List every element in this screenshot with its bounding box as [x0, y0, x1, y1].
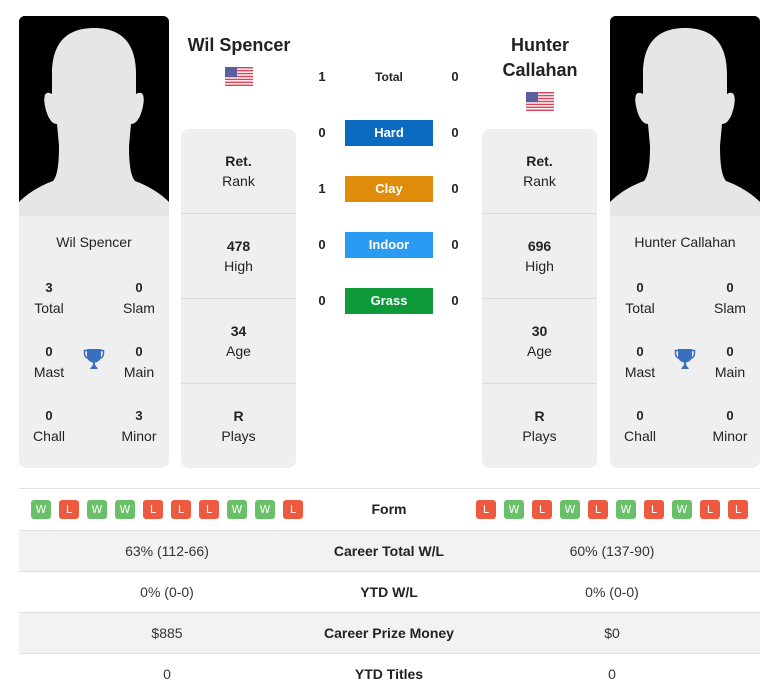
plays-cell: R Plays	[522, 408, 557, 444]
stat-row-ytd-titles: 0 YTD Titles 0	[19, 653, 760, 694]
form-badge-win[interactable]: W	[616, 500, 636, 519]
us-flag-icon	[526, 92, 554, 111]
h2h-hard-row: 0 Hard 0	[310, 120, 470, 146]
silhouette-icon	[19, 16, 169, 216]
form-label: Form	[371, 501, 407, 517]
titles-total: 0 Total	[625, 280, 655, 316]
form-badge-loss[interactable]: L	[283, 500, 303, 519]
form-row: WLWWLLLWWL Form LWLWLWLWLL	[19, 489, 760, 529]
rank-cell: Ret. Rank	[181, 129, 296, 214]
high-cell: 478 High	[181, 214, 296, 299]
plays-cell: R Plays	[221, 408, 256, 444]
h2h-clay-row: 1 Clay 0	[310, 176, 470, 202]
form-badge-win[interactable]: W	[504, 500, 524, 519]
form-badge-loss[interactable]: L	[59, 500, 79, 519]
titles-total: 3 Total	[34, 280, 64, 316]
form-badge-win[interactable]: W	[115, 500, 135, 519]
player-left-photo	[19, 16, 169, 216]
player-right-photo	[610, 16, 760, 216]
stat-row-career-wl: 63% (112-66) Career Total W/L 60% (137-9…	[19, 530, 760, 571]
surface-grass-badge[interactable]: Grass	[345, 288, 433, 314]
form-badge-loss[interactable]: L	[532, 500, 552, 519]
us-flag-icon	[225, 67, 253, 86]
h2h-grass-row: 0 Grass 0	[310, 288, 470, 314]
high-cell: 696 High	[482, 214, 597, 299]
titles-main: 0 Main	[123, 344, 155, 380]
titles-mast: 0 Mast	[624, 344, 656, 380]
form-badge-win[interactable]: W	[255, 500, 275, 519]
titles-chall: 0 Chall	[33, 408, 65, 444]
surface-hard-badge[interactable]: Hard	[345, 120, 433, 146]
form-badge-win[interactable]: W	[87, 500, 107, 519]
surface-total-label: Total	[375, 70, 403, 84]
rank-cell: Ret. Rank	[482, 129, 597, 214]
player-left-rank-card: Ret. Rank 478 High 34 Age R Plays	[181, 129, 296, 468]
form-badge-win[interactable]: W	[560, 500, 580, 519]
player-right-rank-card: Ret. Rank 696 High 30 Age R Plays	[482, 129, 597, 468]
form-badge-win[interactable]: W	[227, 500, 247, 519]
titles-minor: 3 Minor	[121, 408, 157, 444]
form-badge-loss[interactable]: L	[476, 500, 496, 519]
player-right-titles-card: Hunter Callahan 0 Total 0 Slam 0 Mast 0 Main…	[610, 216, 760, 468]
h2h-total-row: 1 Total 0	[310, 64, 470, 90]
titles-mast: 0 Mast	[33, 344, 65, 380]
player-right-name: Hunter Callahan	[634, 234, 736, 250]
trophy-icon	[674, 349, 696, 369]
surface-indoor-badge[interactable]: Indoor	[345, 232, 433, 258]
player-left-heading[interactable]: Wil Spencer	[169, 33, 309, 58]
titles-main: 0 Main	[714, 344, 746, 380]
form-badge-loss[interactable]: L	[143, 500, 163, 519]
form-badge-win[interactable]: W	[31, 500, 51, 519]
titles-slam: 0 Slam	[123, 280, 155, 316]
form-badge-loss[interactable]: L	[644, 500, 664, 519]
player-right-heading[interactable]: Hunter Callahan	[470, 33, 610, 83]
stat-row-ytd-wl: 0% (0-0) YTD W/L 0% (0-0)	[19, 571, 760, 612]
player-left-form: WLWWLLLWWL	[31, 500, 303, 519]
trophy-icon	[83, 349, 105, 369]
titles-slam: 0 Slam	[714, 280, 746, 316]
form-badge-loss[interactable]: L	[700, 500, 720, 519]
surface-clay-badge[interactable]: Clay	[345, 176, 433, 202]
stat-row-prize-money: $885 Career Prize Money $0	[19, 612, 760, 653]
player-right-form: LWLWLWLWLL	[476, 500, 748, 519]
titles-chall: 0 Chall	[624, 408, 656, 444]
player-left-name: Wil Spencer	[56, 234, 132, 250]
form-badge-loss[interactable]: L	[728, 500, 748, 519]
form-badge-loss[interactable]: L	[588, 500, 608, 519]
age-cell: 34 Age	[181, 299, 296, 384]
form-badge-loss[interactable]: L	[171, 500, 191, 519]
form-badge-loss[interactable]: L	[199, 500, 219, 519]
titles-minor: 0 Minor	[712, 408, 748, 444]
silhouette-icon	[610, 16, 760, 216]
player-left-titles-card: Wil Spencer 3 Total 0 Slam 0 Mast 0 Main 0 Ch…	[19, 216, 169, 468]
form-badge-win[interactable]: W	[672, 500, 692, 519]
h2h-indoor-row: 0 Indoor 0	[310, 232, 470, 258]
age-cell: 30 Age	[482, 299, 597, 384]
